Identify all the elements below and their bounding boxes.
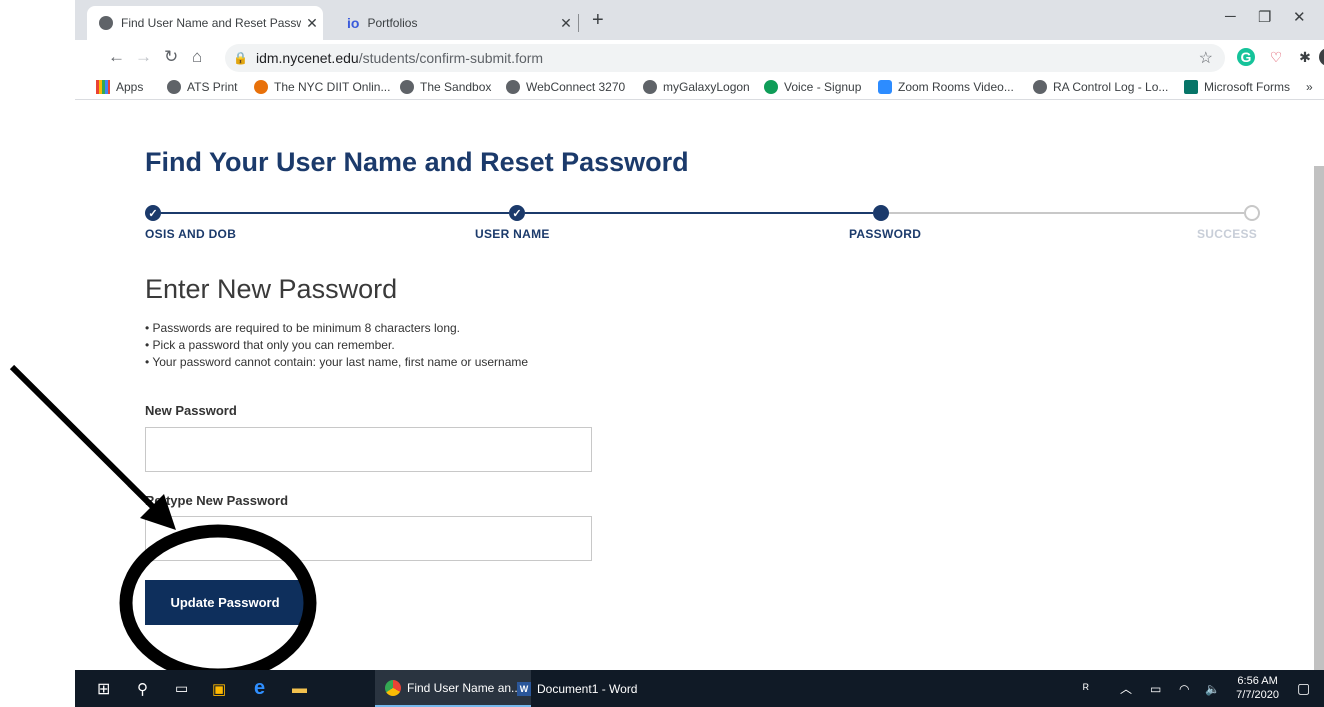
update-password-button[interactable]: Update Password	[145, 580, 305, 625]
tab-find-user-name[interactable]: Find User Name and Reset Passw ✕	[87, 6, 323, 40]
retype-password-label: Re-type New Password	[145, 493, 289, 508]
forms-icon	[1184, 80, 1198, 94]
url-host: idm.nycenet.edu	[255, 50, 359, 66]
close-tab-icon[interactable]: ✕	[555, 15, 577, 32]
bookmarks-bar: Apps ATS Print The NYC DIIT Onlin... The…	[75, 76, 1324, 100]
tab-label: Portfolios	[367, 16, 418, 30]
lock-icon: 🔒	[233, 51, 248, 65]
clock-time: 6:56 AM	[1237, 675, 1278, 687]
globe-icon	[643, 80, 657, 94]
profile-icon[interactable]: ●	[1319, 48, 1324, 66]
windows-taskbar: ⊞ ⚲ ▭ ▣ e ▬ Find User Name an... W Docum…	[75, 670, 1324, 707]
close-window-icon[interactable]: ✕	[1293, 8, 1306, 26]
bookmark-item[interactable]: The NYC DIIT Onlin...	[254, 80, 390, 94]
step-line	[525, 212, 873, 214]
bookmark-item[interactable]: The Sandbox	[400, 80, 491, 94]
minimize-icon[interactable]: ─	[1225, 8, 1236, 25]
reload-icon[interactable]: ↻	[164, 47, 178, 67]
browser-toolbar: ← → ↻ ⌂ 🔒 idm.nycenet.edu /students/conf…	[75, 40, 1324, 76]
wifi-icon[interactable]: ◠	[1179, 670, 1189, 707]
check-icon: ✓	[145, 205, 161, 221]
bookmark-apps[interactable]: Apps	[96, 80, 143, 94]
back-icon[interactable]: ←	[108, 47, 125, 67]
step-label-password: PASSWORD	[849, 227, 922, 241]
system-clock[interactable]: 6:56 AM 7/7/2020	[1236, 674, 1279, 702]
forward-icon[interactable]: →	[135, 47, 152, 67]
bookmark-item[interactable]: Voice - Signup	[764, 80, 861, 94]
new-password-field[interactable]	[145, 427, 592, 472]
people-icon[interactable]: ᴿ	[1083, 670, 1089, 707]
step-label-user-name: USER NAME	[475, 227, 550, 241]
password-rules: • Passwords are required to be minimum 8…	[145, 320, 528, 371]
step-pending-dot	[1244, 205, 1260, 221]
retype-password-field[interactable]	[145, 516, 592, 561]
page-title: Find Your User Name and Reset Password	[145, 147, 689, 177]
task-view-icon[interactable]: ▭	[175, 670, 188, 707]
step-line	[889, 212, 1244, 214]
volume-icon[interactable]: 🔈	[1205, 670, 1220, 707]
bookmark-item[interactable]: Zoom Rooms Video...	[878, 80, 1014, 94]
bookmark-item[interactable]: RA Control Log - Lo...	[1033, 80, 1168, 94]
clock-date: 7/7/2020	[1236, 689, 1279, 701]
page-content: Find Your User Name and Reset Password ✓…	[75, 101, 1324, 681]
io-icon: io	[347, 15, 360, 31]
star-icon[interactable]: ☆	[1199, 48, 1213, 68]
section-heading: Enter New Password	[145, 274, 398, 304]
file-explorer-icon[interactable]: ▬	[292, 670, 307, 707]
tab-divider	[578, 14, 579, 32]
step-line	[161, 212, 509, 214]
bookmark-item[interactable]: myGalaxyLogon	[643, 80, 750, 94]
store-icon[interactable]: ▣	[212, 670, 226, 707]
rule-item: • Your password cannot contain: your las…	[145, 355, 529, 369]
address-bar[interactable]: 🔒 idm.nycenet.edu /students/confirm-subm…	[225, 44, 1225, 72]
grammarly-icon[interactable]: G	[1237, 48, 1255, 66]
bookmark-item[interactable]: WebConnect 3270	[506, 80, 625, 94]
globe-icon	[1033, 80, 1047, 94]
scrollbar[interactable]	[1314, 166, 1324, 681]
restore-icon[interactable]: ❐	[1258, 8, 1271, 26]
bookmark-item[interactable]: Microsoft Forms	[1184, 80, 1290, 94]
edge-icon[interactable]: e	[254, 670, 265, 707]
rule-item: • Pick a password that only you can reme…	[145, 338, 395, 352]
battery-icon[interactable]: ▭	[1150, 670, 1161, 707]
globe-icon	[400, 80, 414, 94]
voice-icon	[764, 80, 778, 94]
word-icon: W	[517, 681, 531, 696]
rule-item: • Passwords are required to be minimum 8…	[145, 321, 461, 335]
step-label-success: SUCCESS	[1197, 227, 1258, 241]
globe-icon	[167, 80, 181, 94]
taskbar-word-app[interactable]: W Document1 - Word	[507, 670, 647, 707]
url-path: /students/confirm-submit.form	[358, 50, 544, 66]
star-logo-icon	[254, 80, 268, 94]
tab-portfolios[interactable]: io Portfolios ✕	[337, 6, 577, 40]
search-icon[interactable]: ⚲	[137, 670, 148, 707]
bookmark-item[interactable]: ATS Print	[167, 80, 237, 94]
more-bookmarks-icon[interactable]: »	[1306, 80, 1313, 94]
chevron-up-icon[interactable]: ︿	[1120, 670, 1132, 707]
check-icon: ✓	[509, 205, 525, 221]
apps-grid-icon	[96, 80, 110, 94]
zoom-icon	[878, 80, 892, 94]
windows-start-icon[interactable]: ⊞	[97, 670, 110, 707]
step-label-osis: OSIS AND DOB	[145, 227, 237, 241]
step-current-dot	[873, 205, 889, 221]
globe-icon	[99, 16, 113, 30]
browser-tab-bar: Find User Name and Reset Passw ✕ io Port…	[75, 0, 1324, 40]
progress-stepper: ✓ ✓ OSIS AND DOB USER NAME PASSWORD SUCC…	[145, 205, 1260, 245]
close-tab-icon[interactable]: ✕	[301, 15, 323, 32]
new-tab-icon[interactable]: +	[592, 9, 604, 32]
home-icon[interactable]: ⌂	[192, 47, 202, 67]
extensions-icon[interactable]: ✱	[1296, 48, 1314, 66]
tab-label: Find User Name and Reset Passw	[121, 16, 301, 30]
new-password-label: New Password	[145, 403, 237, 418]
notification-icon[interactable]: ▢	[1297, 670, 1310, 707]
chrome-icon	[385, 679, 401, 696]
globe-icon	[506, 80, 520, 94]
pocket-icon[interactable]: ♡	[1267, 48, 1285, 66]
